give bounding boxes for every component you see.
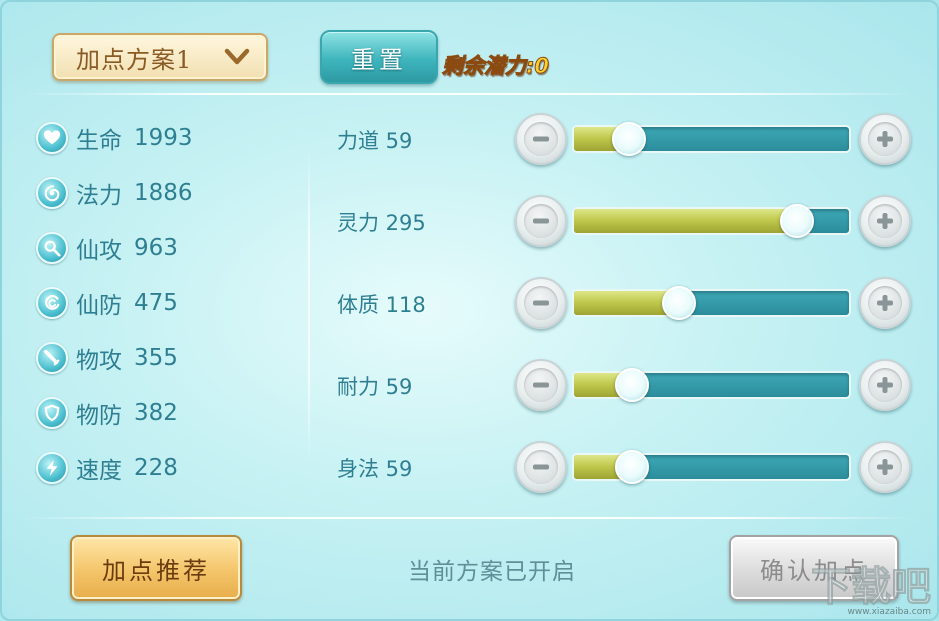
strength-slider-thumb[interactable] <box>612 122 646 156</box>
strength-slider[interactable] <box>572 122 851 156</box>
heart-icon <box>36 122 68 154</box>
recommend-points-label: 加点推荐 <box>102 556 210 585</box>
stat-value: 1886 <box>134 180 193 206</box>
stat-value: 228 <box>134 455 178 481</box>
stat-name: 速度 <box>76 458 122 484</box>
watermark: 下载吧 www.xiazaiba.com <box>811 564 932 618</box>
endurance-slider-thumb[interactable] <box>614 368 649 402</box>
constitution-slider-thumb[interactable] <box>661 286 696 320</box>
lightning-icon <box>36 452 68 484</box>
endurance-minus-button[interactable] <box>515 359 567 411</box>
stat-value: 1993 <box>134 125 193 151</box>
spirit-slider-thumb[interactable] <box>779 204 814 238</box>
stat-name: 物攻 <box>76 348 122 374</box>
plan-dropdown[interactable]: 加点方案1 <box>52 33 268 81</box>
attribute-label-constitution: 体质 118 <box>337 293 426 317</box>
reset-button[interactable]: 重置 <box>320 30 438 84</box>
agility-slider[interactable] <box>572 450 851 484</box>
remaining-potential: 剩余潜力:0 <box>441 54 550 79</box>
constitution-slider[interactable] <box>572 286 851 320</box>
chevron-down-icon <box>224 48 250 65</box>
agility-slider-thumb[interactable] <box>614 450 649 484</box>
plus-icon <box>877 295 893 311</box>
stat-value: 963 <box>134 235 178 261</box>
agility-minus-button[interactable] <box>515 441 567 493</box>
strength-minus-button[interactable] <box>515 113 567 165</box>
magic-attack-icon <box>36 232 68 264</box>
stat-name: 生命 <box>76 128 122 154</box>
stat-row-physical-defense: 物防 382 <box>36 396 178 430</box>
watermark-logo-text: 下载吧 <box>811 564 932 610</box>
endurance-plus-button[interactable] <box>859 359 911 411</box>
stat-row-magic-defense: 仙防 475 <box>36 286 178 320</box>
spirit-slider-fill <box>574 209 797 233</box>
plus-icon <box>877 377 893 393</box>
stat-row-speed: 速度 228 <box>36 451 178 485</box>
stat-row-physical-attack: 物攻 355 <box>36 341 178 375</box>
stat-name: 法力 <box>76 183 122 209</box>
constitution-plus-button[interactable] <box>859 277 911 329</box>
top-divider <box>20 93 915 95</box>
stat-name: 仙攻 <box>76 238 122 264</box>
endurance-slider[interactable] <box>572 368 851 402</box>
bottom-divider <box>20 517 915 519</box>
stat-name: 物防 <box>76 403 122 429</box>
sword-icon <box>36 342 68 374</box>
minus-icon <box>533 136 549 142</box>
reset-button-label: 重置 <box>351 45 407 74</box>
stat-value: 382 <box>134 400 178 426</box>
constitution-minus-button[interactable] <box>515 277 567 329</box>
minus-icon <box>533 218 549 224</box>
stat-row-mp: 法力 1886 <box>36 176 193 210</box>
plus-icon <box>877 131 893 147</box>
attribute-label-endurance: 耐力 59 <box>337 375 413 399</box>
strength-plus-button[interactable] <box>859 113 911 165</box>
stat-value: 355 <box>134 345 178 371</box>
spirit-minus-button[interactable] <box>515 195 567 247</box>
spirit-slider[interactable] <box>572 204 851 238</box>
shield-icon <box>36 397 68 429</box>
attribute-label-spirit: 灵力 295 <box>337 211 426 235</box>
stat-row-magic-attack: 仙攻 963 <box>36 231 178 265</box>
attribute-label-strength: 力道 59 <box>337 129 413 153</box>
recommend-points-button[interactable]: 加点推荐 <box>70 535 242 601</box>
stat-value: 475 <box>134 290 178 316</box>
agility-plus-button[interactable] <box>859 441 911 493</box>
minus-icon <box>533 382 549 388</box>
plus-icon <box>877 213 893 229</box>
plan-dropdown-label: 加点方案1 <box>76 45 193 74</box>
plus-icon <box>877 459 893 475</box>
spiral-icon <box>36 177 68 209</box>
plan-status-text: 当前方案已开启 <box>408 559 576 585</box>
stat-name: 仙防 <box>76 293 122 319</box>
spirit-plus-button[interactable] <box>859 195 911 247</box>
minus-icon <box>533 464 549 470</box>
stat-row-hp: 生命 1993 <box>36 121 193 155</box>
minus-icon <box>533 300 549 306</box>
attribute-label-agility: 身法 59 <box>337 457 413 481</box>
column-divider <box>308 150 310 460</box>
magic-defense-icon <box>36 287 68 319</box>
